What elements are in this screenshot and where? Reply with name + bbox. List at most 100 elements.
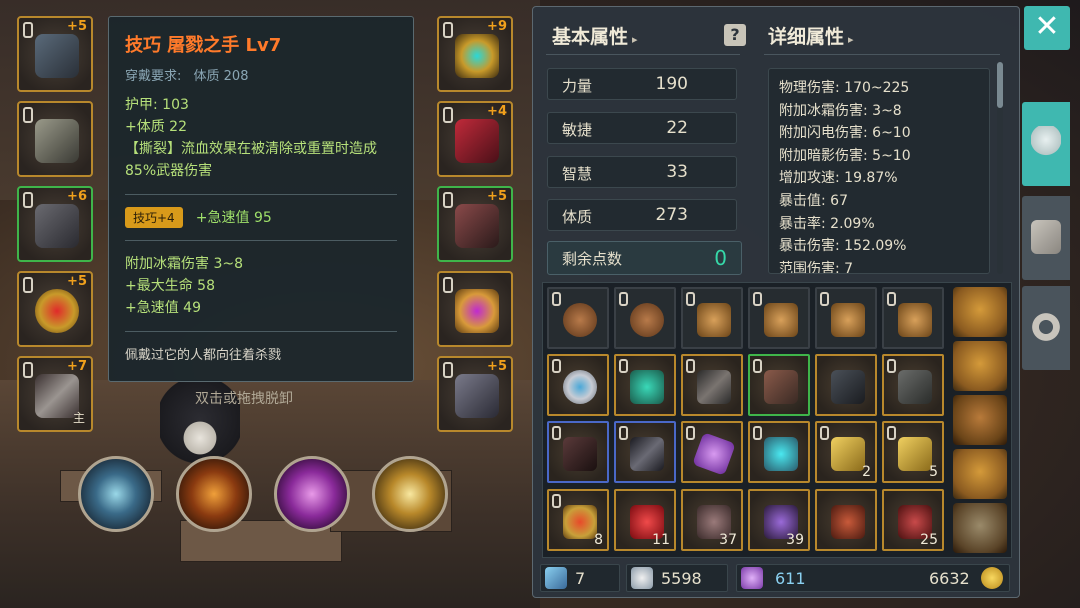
equip-slot-ring2[interactable]	[437, 271, 513, 347]
gem-icon	[741, 567, 763, 589]
inventory-slot[interactable]	[547, 421, 609, 483]
boots-icon	[455, 204, 499, 248]
enhance-level: +7	[67, 359, 87, 374]
skill-slot-4[interactable]	[372, 456, 448, 532]
inventory-slot[interactable]: 11	[614, 489, 676, 551]
stat-value: 22	[666, 118, 688, 138]
ring-icon	[455, 289, 499, 333]
inventory-slot[interactable]	[547, 287, 609, 349]
item-count: 11	[652, 532, 670, 548]
inventory-slot[interactable]	[748, 354, 810, 416]
helmet-icon	[1031, 126, 1061, 160]
detail-scrollbar[interactable]	[997, 62, 1003, 274]
close-button[interactable]: ✕	[1024, 6, 1070, 50]
tab-skills[interactable]	[1022, 196, 1070, 280]
inventory-slot[interactable]	[748, 287, 810, 349]
caret-icon: ▸	[848, 33, 854, 46]
skill-badge: 技巧+4	[125, 207, 183, 228]
inventory-slot[interactable]: 39	[748, 489, 810, 551]
pouch-icon	[563, 303, 597, 337]
item-requirement: 穿戴要求: 体质 208	[125, 65, 397, 84]
inventory-slot[interactable]	[614, 287, 676, 349]
help-icon[interactable]: ?	[724, 24, 746, 46]
inventory-slot[interactable]	[614, 421, 676, 483]
lock-icon	[887, 292, 896, 306]
equip-slot-gloves[interactable]: +4	[437, 101, 513, 177]
bag-tab-5[interactable]	[953, 503, 1007, 553]
equip-slot-offhand[interactable]: +5	[437, 356, 513, 432]
lock-icon	[552, 359, 561, 373]
tab-equipment[interactable]	[1022, 102, 1070, 186]
inventory-slot[interactable]: 25	[882, 489, 944, 551]
lock-icon	[753, 426, 762, 440]
inventory-slot[interactable]: 2	[815, 421, 877, 483]
bag-tab-3[interactable]	[953, 395, 1007, 445]
equip-slot-boots[interactable]: +5	[437, 186, 513, 262]
points-value: 0	[714, 246, 727, 270]
gloves-icon	[455, 119, 499, 163]
detail-stats-list[interactable]: 物理伤害: 170~225 附加冰霜伤害: 3~8 附加闪电伤害: 6~10 附…	[768, 68, 990, 274]
inventory-slot[interactable]	[614, 354, 676, 416]
unequip-hint: 双击或拖拽脱卸	[195, 391, 293, 407]
inventory-slot[interactable]	[815, 287, 877, 349]
equip-slot-legs[interactable]: +6	[17, 186, 93, 262]
affix: +急速值 49	[125, 300, 201, 316]
lock-icon	[443, 362, 453, 378]
helmet-icon	[35, 34, 79, 78]
badge-bonus: +急速值 95	[195, 210, 272, 226]
equip-slot-helmet[interactable]: +5	[17, 16, 93, 92]
enhance-level: +4	[487, 104, 507, 119]
basic-attributes-title[interactable]: 基本属性 ▸	[552, 22, 638, 49]
stat-name: 智慧	[562, 165, 593, 183]
scrollbar-thumb[interactable]	[997, 62, 1003, 108]
inventory-slot[interactable]	[815, 354, 877, 416]
inventory-slot[interactable]	[815, 489, 877, 551]
stat-strength: 力量 190	[547, 68, 737, 100]
inventory-slot[interactable]	[681, 354, 743, 416]
stat-name: 力量	[562, 77, 593, 95]
inventory-slot[interactable]: 5	[882, 421, 944, 483]
inventory-slot[interactable]	[681, 287, 743, 349]
lock-icon	[552, 426, 561, 440]
lock-icon	[820, 292, 829, 306]
detail-line: 暴击值: 67	[779, 192, 848, 209]
stat-value: 190	[655, 74, 688, 94]
potion-icon	[764, 437, 798, 471]
skill-slot-1[interactable]	[78, 456, 154, 532]
stat-value: 273	[655, 205, 688, 225]
inventory-slot[interactable]	[882, 287, 944, 349]
scythe-icon	[630, 437, 664, 471]
bracer-icon	[455, 374, 499, 418]
inventory-slot[interactable]: 8	[547, 489, 609, 551]
equip-slot-ring[interactable]: +5	[17, 271, 93, 347]
gold-coin-icon	[981, 567, 1003, 589]
detail-line: 物理伤害: 170~225	[779, 80, 910, 96]
skill-slot-2[interactable]	[176, 456, 252, 532]
detail-line: 暴击伤害: 152.09%	[779, 238, 907, 255]
requirement-value: 体质 208	[193, 69, 249, 84]
stat-agility: 敏捷 22	[547, 112, 737, 144]
equip-slot-weapon[interactable]: +7 主	[17, 356, 93, 432]
lock-icon	[619, 292, 628, 306]
bag-tab-1[interactable]	[953, 287, 1007, 337]
inventory-slot[interactable]	[882, 354, 944, 416]
basic-title-text: 基本属性	[552, 26, 629, 48]
detail-attributes-title[interactable]: 详细属性 ▸	[768, 22, 854, 49]
detail-line: 附加暗影伤害: 5~10	[779, 147, 911, 164]
requirement-label: 穿戴要求:	[125, 69, 182, 84]
boots-icon	[563, 437, 597, 471]
equip-slot-chest[interactable]	[17, 101, 93, 177]
divider	[546, 54, 740, 55]
bag-tab-4[interactable]	[953, 449, 1007, 499]
inventory-slot[interactable]: 37	[681, 489, 743, 551]
inventory-slot[interactable]	[748, 421, 810, 483]
enhance-level: +5	[487, 189, 507, 204]
stat-name: 体质	[562, 208, 593, 226]
bag-tab-2[interactable]	[953, 341, 1007, 391]
equip-slot-amulet[interactable]: +9	[437, 16, 513, 92]
skill-slot-3[interactable]	[274, 456, 350, 532]
gloves-icon	[764, 370, 798, 404]
inventory-slot[interactable]	[681, 421, 743, 483]
inventory-slot[interactable]	[547, 354, 609, 416]
tab-settings[interactable]	[1022, 286, 1070, 370]
